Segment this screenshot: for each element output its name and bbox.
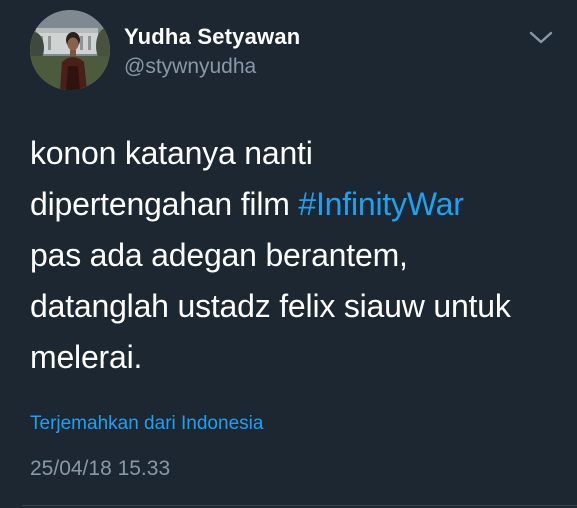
tweet-text-line: dipertengahan film #InfinityWar [30, 179, 560, 230]
divider [22, 505, 577, 506]
tweet-text-line: datanglah ustadz felix siauw untuk [30, 288, 511, 324]
tweet-text-line: melerai. [30, 339, 143, 375]
tweet-card: Yudha Setyawan @stywnyudha konon katanya… [0, 0, 577, 508]
tweet-text-line: konon katanya nanti [30, 135, 313, 171]
chevron-down-icon[interactable] [528, 28, 554, 46]
tweet-text-segment: dipertengahan film [30, 186, 299, 222]
hashtag-link[interactable]: #InfinityWar [298, 186, 464, 222]
avatar[interactable] [30, 10, 110, 90]
author-name[interactable]: Yudha Setyawan [124, 24, 300, 50]
author-handle[interactable]: @stywnyudha [124, 54, 256, 79]
timestamp: 25/04/18 15.33 [30, 457, 171, 480]
translate-link[interactable]: Terjemahkan dari Indonesia [30, 412, 263, 436]
tweet-text-line: pas ada adegan berantem, [30, 237, 408, 273]
profile-photo [30, 10, 110, 90]
tweet-text: konon katanya nanti dipertengahan film #… [30, 128, 560, 383]
